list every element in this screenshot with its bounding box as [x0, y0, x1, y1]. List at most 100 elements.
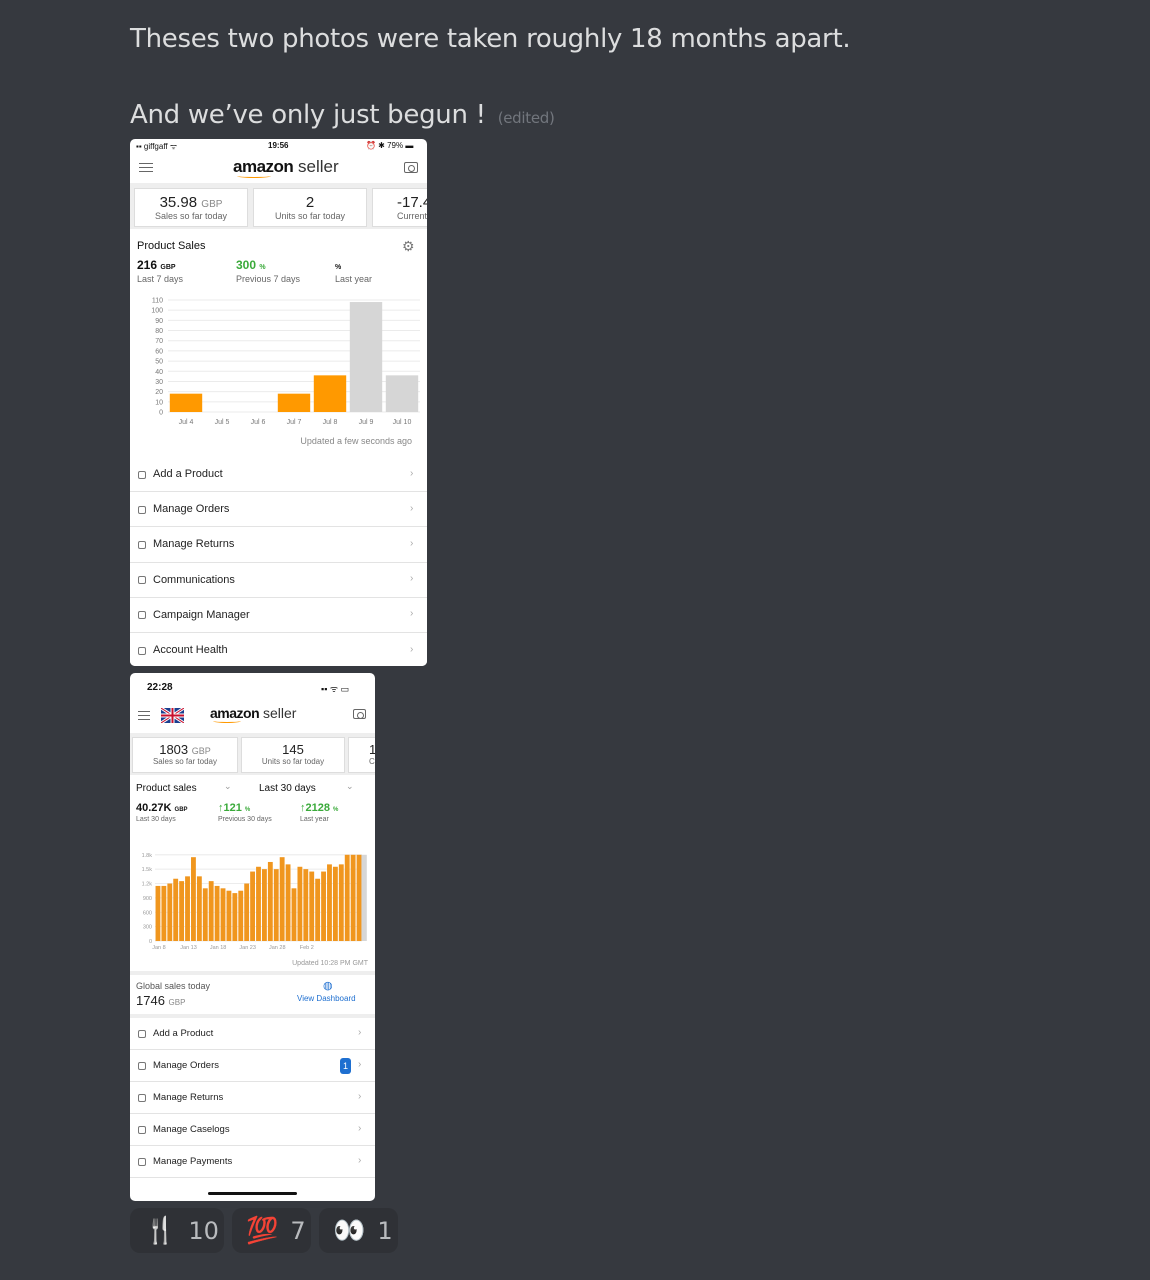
- y-tick-label: 1.5k: [142, 867, 153, 873]
- chevron-down-icon[interactable]: ⌄: [224, 781, 232, 792]
- bar: [226, 890, 232, 941]
- global-sales-label: Global sales today: [136, 981, 211, 991]
- bar: [261, 869, 267, 941]
- bar: [291, 888, 297, 941]
- amazon-seller-logo: amazon seller: [210, 705, 297, 723]
- x-tick-label: Jul 8: [323, 419, 338, 426]
- home-indicator[interactable]: [208, 1192, 297, 1195]
- stat-value: 35.98 GBP: [159, 194, 223, 211]
- menu-item[interactable]: Manage Payments ›: [130, 1146, 375, 1178]
- metric-value: 216 GBP: [137, 258, 176, 272]
- metric-label: Previous 30 days: [218, 816, 272, 823]
- y-tick-label: 110: [152, 298, 163, 305]
- reaction-hundred-points[interactable]: 💯 7: [232, 1208, 311, 1253]
- reaction-eyes[interactable]: 👀 1: [319, 1208, 398, 1253]
- bar: [385, 375, 419, 412]
- menu-item[interactable]: Manage Caselogs ›: [130, 1114, 375, 1146]
- y-tick-label: 70: [155, 338, 163, 345]
- y-tick-label: 60: [155, 348, 163, 355]
- x-tick-label: Jan 8: [152, 945, 165, 951]
- card-icon: [138, 1158, 146, 1166]
- menu-item[interactable]: Manage Returns ›: [130, 527, 427, 563]
- y-tick-label: 1.8k: [142, 853, 153, 859]
- reaction-count: 1: [377, 1216, 393, 1245]
- metric-value: 300 %: [236, 258, 266, 272]
- y-tick-label: 80: [155, 328, 163, 335]
- bar: [350, 854, 356, 941]
- bar: [191, 857, 196, 941]
- menu-item[interactable]: Add a Product ›: [130, 1018, 375, 1050]
- bar: [173, 878, 179, 941]
- period-select[interactable]: Last 30 days: [259, 783, 316, 794]
- sales-chart-30-days: 03006009001.2k1.5k1.8kJan 8 Jan 13 Jan 18 J…: [142, 853, 367, 951]
- chevron-right-icon: ›: [410, 502, 414, 514]
- bar: [349, 302, 383, 412]
- stat-sales-today[interactable]: 35.98 GBP Sales so far today: [134, 188, 248, 227]
- status-battery: ⏰ ✱ 79% ▬: [366, 141, 414, 150]
- view-dashboard-link[interactable]: View Dashboard: [297, 994, 356, 1003]
- metric-label: Previous 7 days: [236, 274, 301, 284]
- menu-item[interactable]: Manage Orders ›: [130, 492, 427, 528]
- current-bar: [361, 854, 367, 941]
- photo-1-attachment[interactable]: ▪▪ giffgaff ᯤ 19:56 ⏰ ✱ 79% ▬ amazon sel…: [130, 139, 427, 666]
- menu-item[interactable]: Campaign Manager ›: [130, 597, 427, 633]
- metric-value: ↑121 %: [218, 802, 251, 814]
- chevron-right-icon: ›: [358, 1155, 362, 1166]
- metric-label: Last year: [335, 274, 373, 284]
- stat-label: Units so far today: [274, 211, 346, 221]
- uk-flag-icon[interactable]: [161, 708, 184, 723]
- reaction-fork-and-knife[interactable]: 🍴 10: [130, 1208, 224, 1253]
- message-line-1: Theses two photos were taken roughly 18 …: [130, 24, 851, 54]
- menu-icon[interactable]: [139, 163, 153, 172]
- y-tick-label: 40: [155, 369, 163, 376]
- camera-icon[interactable]: [353, 709, 366, 719]
- bar: [208, 881, 214, 941]
- menu-item[interactable]: Manage Orders 1 ›: [130, 1050, 375, 1082]
- globe-icon[interactable]: ◍: [323, 979, 333, 992]
- chevron-down-icon[interactable]: ⌄: [346, 781, 354, 792]
- stat-current[interactable]: 1 C: [348, 737, 375, 773]
- bar: [309, 871, 315, 941]
- menu-item[interactable]: Manage Returns ›: [130, 1082, 375, 1114]
- menu-item[interactable]: Communications ›: [130, 562, 427, 598]
- menu-icon[interactable]: [138, 711, 150, 720]
- metric-label: Last 30 days: [136, 816, 176, 823]
- return-bag-icon: [138, 540, 146, 549]
- box-icon: [138, 505, 146, 514]
- stat-units-today[interactable]: 2 Units so far today: [253, 188, 367, 227]
- bar: [315, 878, 321, 941]
- x-tick-label: Jul 6: [251, 419, 266, 426]
- camera-icon[interactable]: [404, 162, 418, 173]
- stat-label: Sales so far today: [152, 757, 218, 766]
- metric-label: Last year: [300, 816, 329, 823]
- menu-item[interactable]: Add a Product ›: [130, 457, 427, 493]
- bar: [303, 869, 309, 941]
- stat-sales-today[interactable]: 1803 GBP Sales so far today: [132, 737, 238, 773]
- menu-item[interactable]: Account Health ›: [130, 633, 427, 666]
- status-time: 22:28: [147, 682, 173, 693]
- stat-current[interactable]: -17.4 Current: [372, 188, 427, 227]
- stat-value: 145: [282, 742, 304, 757]
- stat-label: Sales so far today: [154, 211, 228, 221]
- menu-item-label: Add a Product: [153, 1028, 214, 1040]
- message-line-2: And we’ve only just begun ! (edited): [130, 100, 555, 130]
- bar: [202, 888, 208, 941]
- y-tick-label: 20: [155, 389, 163, 396]
- settings-icon[interactable]: ⚙: [402, 238, 415, 255]
- photo-2-attachment[interactable]: 22:28 ▪▪ ᯤ ▭ amazon seller 1803 GBP Sale…: [130, 673, 375, 1201]
- reaction-count: 10: [188, 1216, 219, 1245]
- bar: [167, 883, 173, 941]
- stats-bar: 35.98 GBP Sales so far today 2 Units so …: [130, 183, 427, 229]
- stat-value: 1803 GBP: [159, 742, 211, 757]
- x-tick-label: Jan 13: [180, 945, 197, 951]
- edited-label: (edited): [497, 109, 555, 127]
- stat-units-today[interactable]: 145 Units so far today: [241, 737, 345, 773]
- tag-icon: [138, 470, 146, 479]
- menu-item-label: Communications: [153, 573, 235, 586]
- bar: [277, 393, 311, 412]
- menu-item-label: Campaign Manager: [153, 608, 250, 621]
- bar: [220, 888, 226, 941]
- bar: [313, 375, 347, 412]
- bar: [267, 861, 273, 941]
- bar: [250, 871, 256, 941]
